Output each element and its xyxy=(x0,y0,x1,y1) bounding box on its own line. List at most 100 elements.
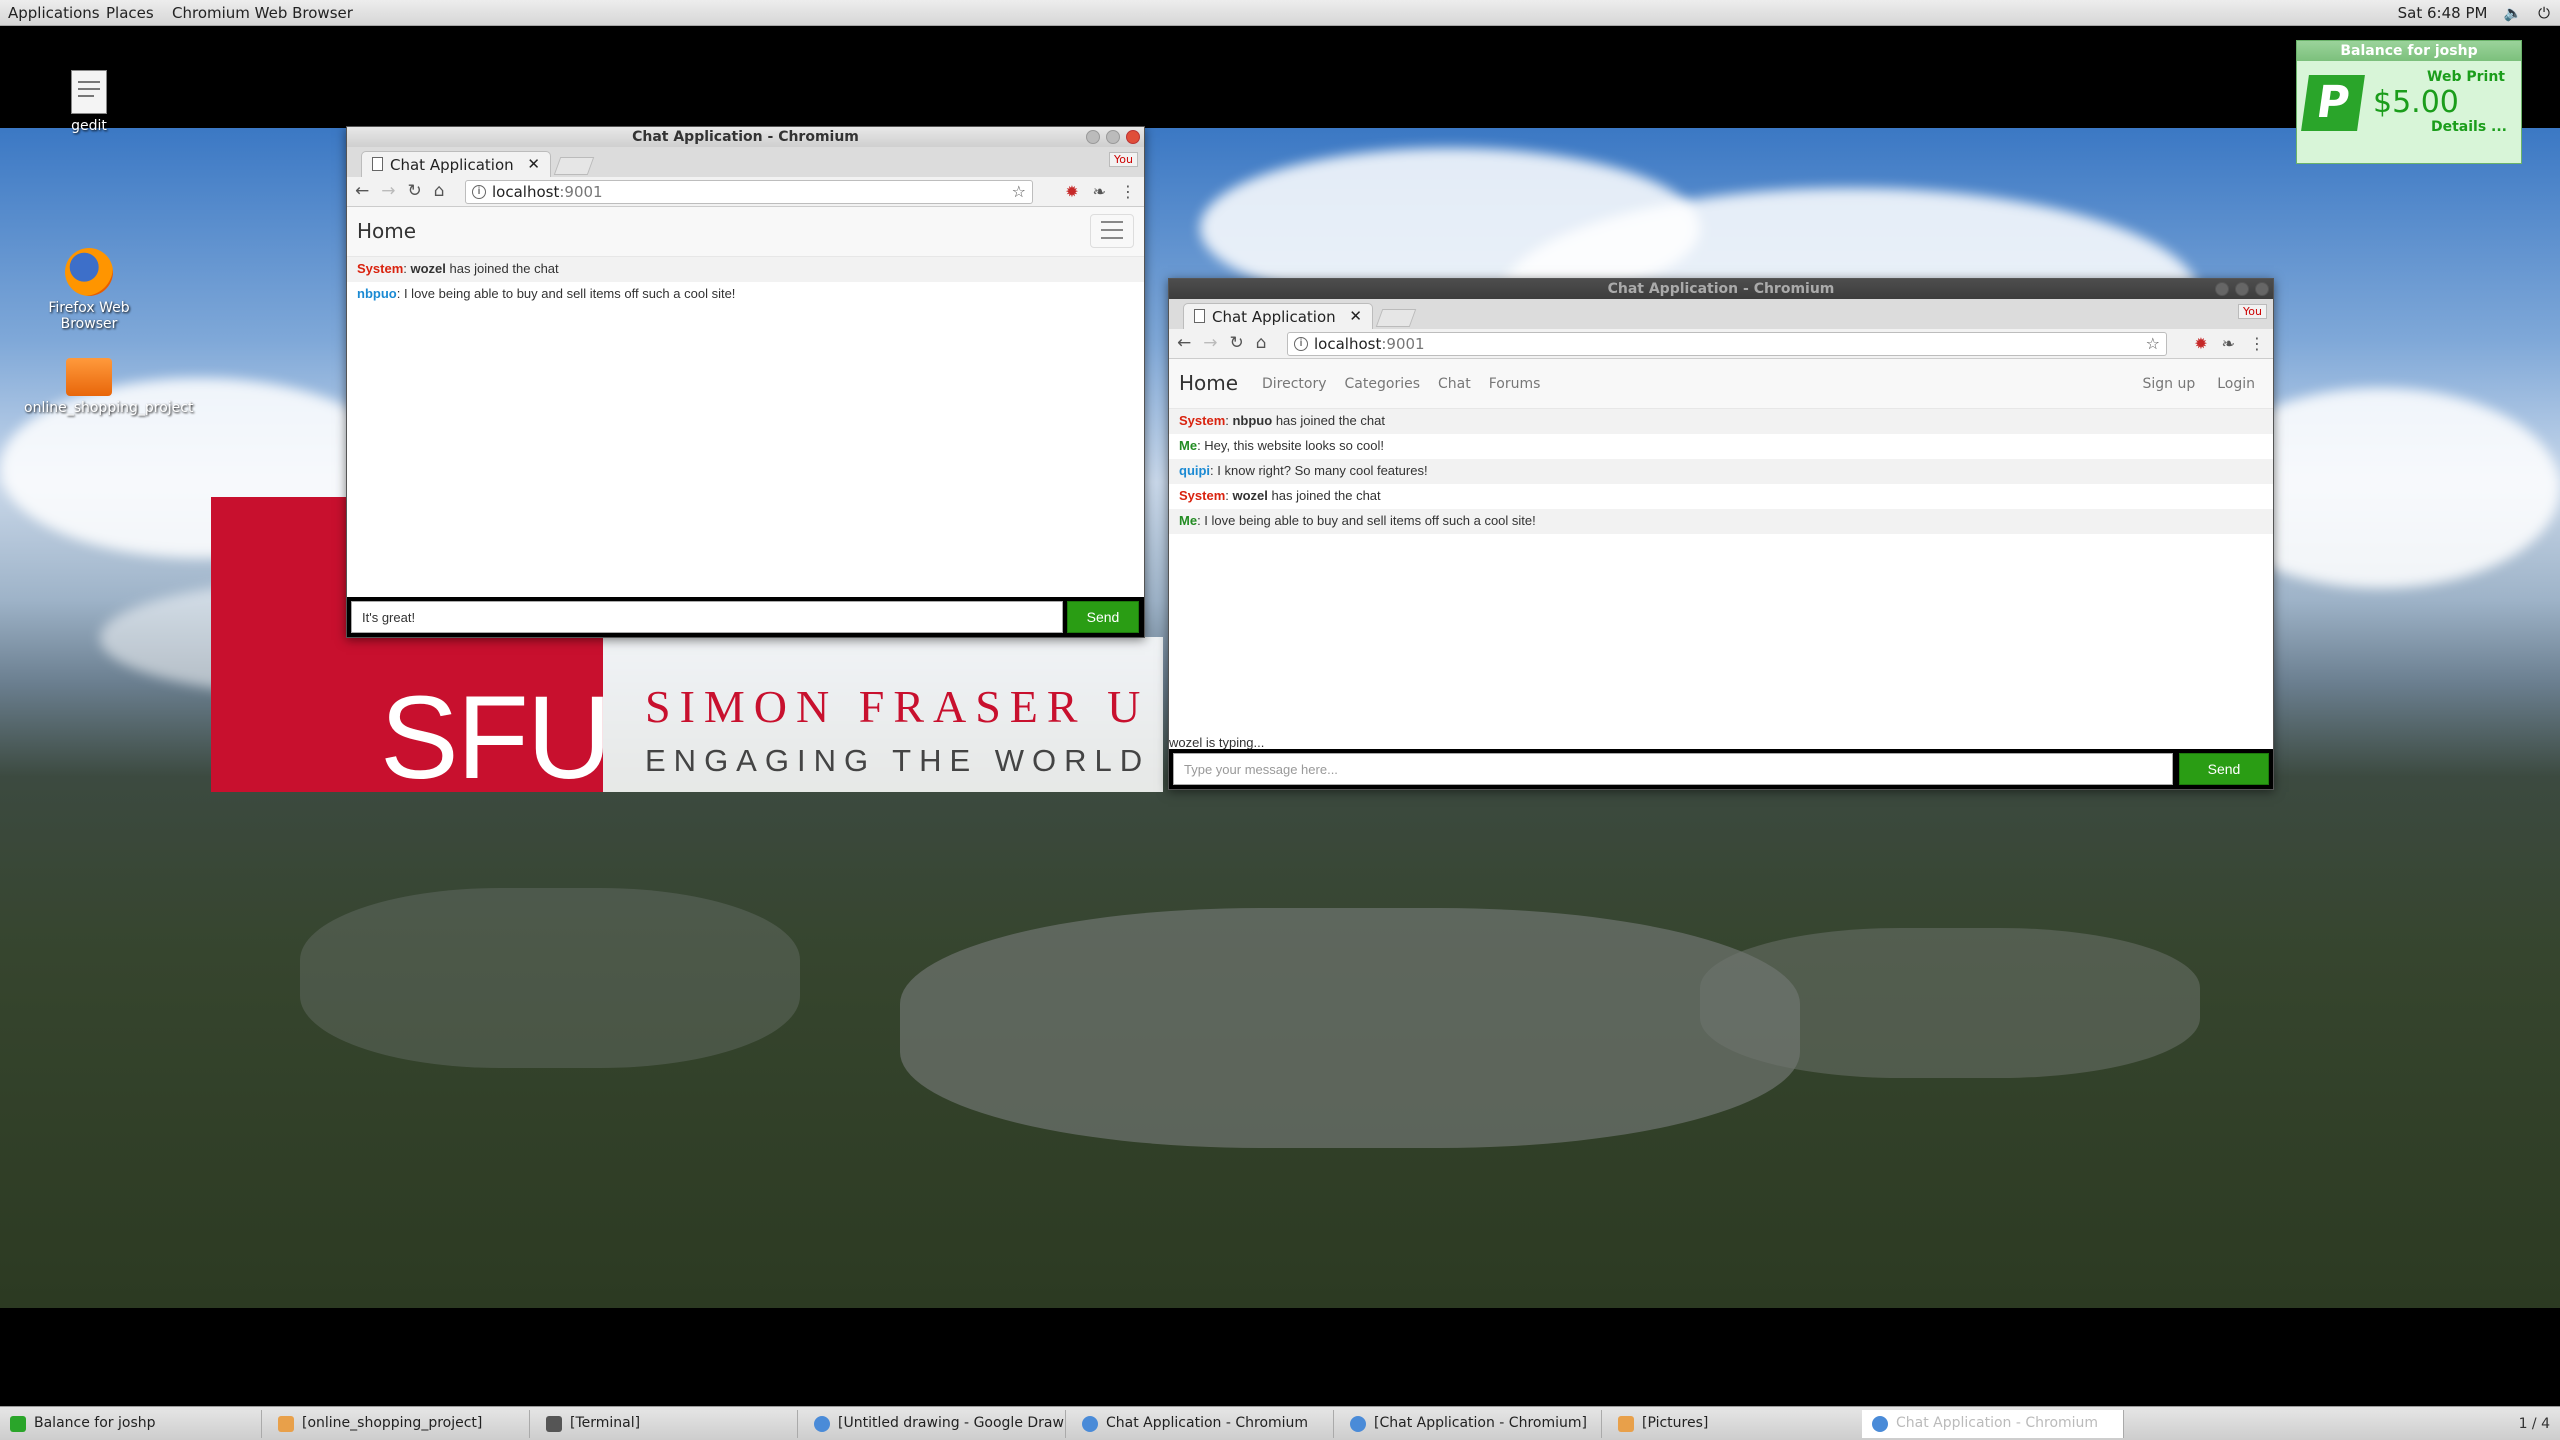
bookmark-star-icon[interactable]: ☆ xyxy=(2146,334,2160,353)
send-button[interactable]: Send xyxy=(2179,753,2269,785)
taskbar-item-chat-1[interactable]: Chat Application - Chromium xyxy=(1072,1410,1334,1438)
details-link[interactable]: Details ... xyxy=(2431,119,2507,135)
taskbar-item-pictures[interactable]: [Pictures] xyxy=(1608,1410,1870,1438)
nav-directory[interactable]: Directory xyxy=(1262,376,1327,392)
chromium-icon xyxy=(1082,1416,1098,1432)
info-icon[interactable]: i xyxy=(1294,337,1308,351)
text-editor-icon xyxy=(71,70,107,114)
url-port: :9001 xyxy=(559,183,603,201)
send-button[interactable]: Send xyxy=(1067,601,1139,633)
minimize-icon[interactable] xyxy=(1086,130,1100,144)
desktop-icon-folder[interactable]: online_shopping_project xyxy=(24,358,193,416)
chat-message: System: nbpuo has joined the chat xyxy=(1169,409,2273,434)
message-text: has joined the chat xyxy=(1267,488,1381,503)
info-icon[interactable]: i xyxy=(472,185,486,199)
taskbar-item-drawing[interactable]: [Untitled drawing - Google Drawing... xyxy=(804,1410,1066,1438)
papercut-logo-icon: P xyxy=(2301,75,2365,131)
message-sender: System xyxy=(357,261,404,276)
desktop-icon-label: Firefox Web Browser xyxy=(48,300,130,332)
taskbar-item-terminal[interactable]: [Terminal] xyxy=(536,1410,798,1438)
taskbar-item-chat-2[interactable]: [Chat Application - Chromium] xyxy=(1340,1410,1602,1438)
volume-icon[interactable]: 🔈 xyxy=(2503,4,2522,22)
desktop-icon-firefox[interactable]: Firefox Web Browser xyxy=(24,248,154,332)
chat-message-input[interactable]: Type your message here... xyxy=(1173,753,2173,785)
clock[interactable]: Sat 6:48 PM xyxy=(2398,4,2488,22)
nav-forums[interactable]: Forums xyxy=(1489,376,1541,392)
top-panel: Applications Places Chromium Web Browser… xyxy=(0,0,2560,26)
taskbar-item-folder[interactable]: [online_shopping_project] xyxy=(268,1410,530,1438)
reload-icon[interactable]: ↻ xyxy=(1230,333,1244,353)
menu-kebab-icon[interactable]: ⋮ xyxy=(2249,334,2265,353)
back-icon[interactable]: ← xyxy=(1177,333,1191,353)
maximize-icon[interactable] xyxy=(1106,130,1120,144)
forward-icon[interactable]: → xyxy=(381,181,395,201)
places-menu[interactable]: Places xyxy=(106,4,154,22)
new-tab-button[interactable] xyxy=(553,157,595,175)
balance-title: Balance for joshp xyxy=(2297,41,2521,61)
tab-strip: Chat Application ✕ You xyxy=(1169,299,2273,329)
message-text: I know right? So many cool features! xyxy=(1217,463,1428,478)
desktop-icon-label: online_shopping_project xyxy=(24,400,194,416)
chat-message: System: wozel has joined the chat xyxy=(347,257,1144,282)
message-text: has joined the chat xyxy=(1272,413,1385,428)
brand-home-link[interactable]: Home xyxy=(357,219,416,243)
applications-menu[interactable]: Applications xyxy=(8,4,100,22)
home-icon[interactable]: ⌂ xyxy=(1256,333,1267,353)
power-icon[interactable]: ⏻ xyxy=(2538,4,2550,22)
message-text: has joined the chat xyxy=(445,261,559,276)
taskbar-label: [Terminal] xyxy=(570,1415,641,1431)
tab-close-icon[interactable]: ✕ xyxy=(527,155,540,173)
close-icon[interactable] xyxy=(2255,282,2269,296)
tab-chat-application[interactable]: Chat Application ✕ xyxy=(1183,303,1373,329)
extension-bug-icon[interactable]: ✹ xyxy=(1065,182,1078,201)
desktop-icon-gedit[interactable]: gedit xyxy=(24,70,154,134)
maximize-icon[interactable] xyxy=(2235,282,2249,296)
minimize-icon[interactable] xyxy=(2215,282,2229,296)
menu-kebab-icon[interactable]: ⋮ xyxy=(1120,182,1136,201)
terminal-icon xyxy=(546,1416,562,1432)
page-icon xyxy=(1194,309,1205,323)
brand-home-link[interactable]: Home xyxy=(1179,371,1238,395)
bookmark-star-icon[interactable]: ☆ xyxy=(1012,182,1026,201)
window-titlebar[interactable]: Chat Application - Chromium xyxy=(1169,279,2273,299)
chat-message-input[interactable]: It's great! xyxy=(351,601,1063,633)
profile-button[interactable]: You xyxy=(2238,304,2267,319)
address-bar[interactable]: i localhost:9001 ☆ xyxy=(465,180,1033,204)
chat-message: quipi: I know right? So many cool featur… xyxy=(1169,459,2273,484)
extension-bug-icon[interactable]: ✹ xyxy=(2194,334,2207,353)
nav-signup[interactable]: Sign up xyxy=(2142,376,2195,392)
taskbar-label: Chat Application - Chromium xyxy=(1896,1415,2099,1431)
extension-icon[interactable]: ❧ xyxy=(1093,182,1106,201)
web-print-label: Web Print xyxy=(2427,69,2505,85)
typing-indicator: wozel is typing... xyxy=(1169,735,1265,750)
firefox-icon xyxy=(65,248,113,296)
taskbar-item-balance[interactable]: Balance for joshp xyxy=(0,1410,262,1438)
chromium-menu[interactable]: Chromium Web Browser xyxy=(172,4,353,22)
close-icon[interactable] xyxy=(1126,130,1140,144)
new-tab-button[interactable] xyxy=(1375,309,1417,327)
hamburger-menu-icon[interactable] xyxy=(1090,214,1134,248)
reload-icon[interactable]: ↻ xyxy=(408,181,422,201)
sfu-name: SIMON FRASER U xyxy=(645,681,1150,732)
nav-login[interactable]: Login xyxy=(2217,376,2255,392)
tab-chat-application[interactable]: Chat Application ✕ xyxy=(361,151,551,177)
forward-icon[interactable]: → xyxy=(1203,333,1217,353)
window-titlebar[interactable]: Chat Application - Chromium xyxy=(347,127,1144,147)
taskbar: Balance for joshp [online_shopping_proje… xyxy=(0,1406,2560,1440)
address-bar[interactable]: i localhost:9001 ☆ xyxy=(1287,332,2167,356)
profile-button[interactable]: You xyxy=(1109,152,1138,167)
tab-close-icon[interactable]: ✕ xyxy=(1349,307,1362,325)
home-icon[interactable]: ⌂ xyxy=(434,181,445,201)
message-sender: Me xyxy=(1179,513,1198,528)
message-sender: Me xyxy=(1179,438,1198,453)
chromium-icon xyxy=(814,1416,830,1432)
window-title: Chat Application - Chromium xyxy=(632,129,859,145)
nav-categories[interactable]: Categories xyxy=(1345,376,1420,392)
nav-chat[interactable]: Chat xyxy=(1438,376,1471,392)
taskbar-label: [online_shopping_project] xyxy=(302,1415,483,1431)
message-text: Hey, this website looks so cool! xyxy=(1204,438,1384,453)
extension-icon[interactable]: ❧ xyxy=(2222,334,2235,353)
workspace-pager[interactable]: 1 / 4 xyxy=(2519,1416,2550,1432)
taskbar-item-chat-active[interactable]: Chat Application - Chromium xyxy=(1862,1410,2124,1438)
back-icon[interactable]: ← xyxy=(355,181,369,201)
